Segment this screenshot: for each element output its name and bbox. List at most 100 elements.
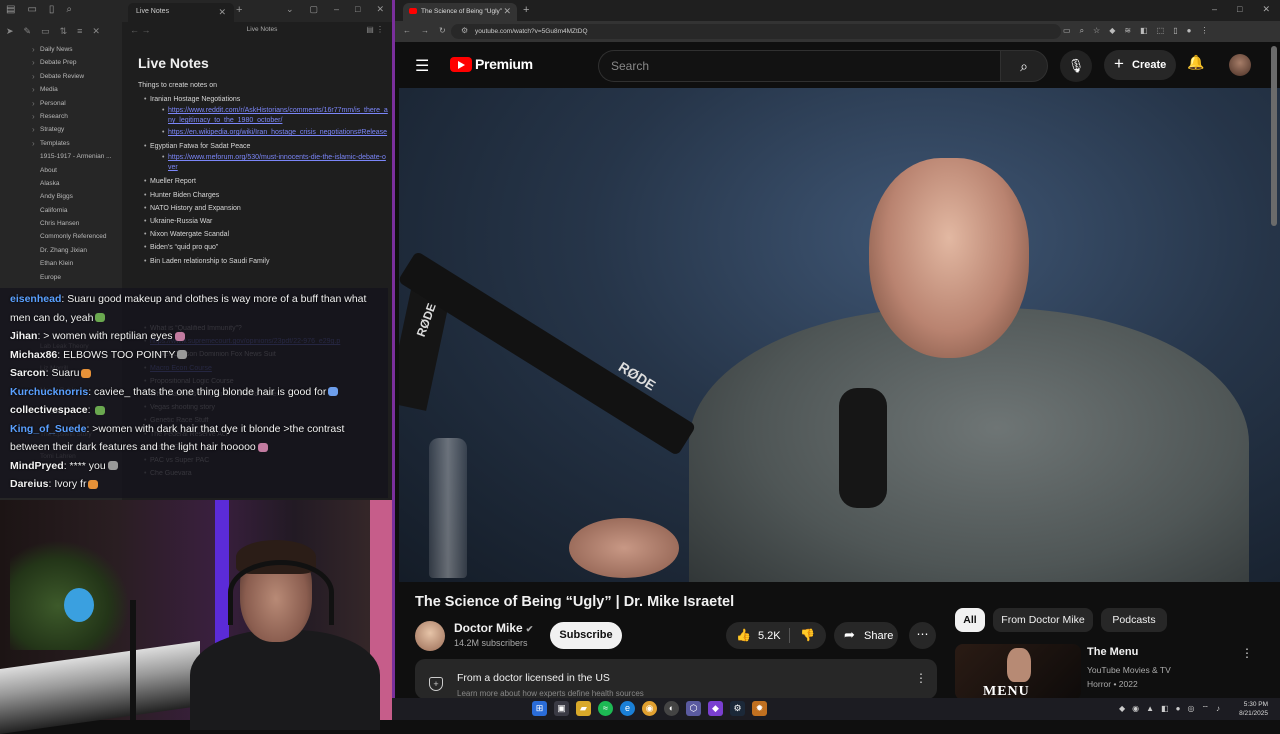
sidebar-folder[interactable]: Dr. Zhang Jixian [0, 244, 122, 257]
chrome-icon[interactable]: ◉ [642, 701, 657, 716]
like-icon[interactable]: 👍 [736, 628, 751, 642]
new-tab-icon[interactable]: + [236, 4, 242, 16]
channel-name[interactable]: Doctor Mike [454, 621, 523, 635]
chip-podcasts[interactable]: Podcasts [1101, 608, 1167, 632]
tray-app-icon[interactable]: ● [1176, 704, 1181, 714]
send-icon[interactable]: ➤ [6, 26, 14, 37]
sidebar-folder[interactable]: About [0, 164, 122, 177]
link-text[interactable]: https://en.wikipedia.org/wiki/Iran_hosta… [168, 129, 387, 136]
account-avatar[interactable] [1229, 54, 1251, 76]
extension-icon[interactable]: ◧ [1140, 26, 1148, 36]
task-view-icon[interactable]: ▣ [554, 701, 569, 716]
forward-icon[interactable]: → [421, 26, 429, 35]
dislike-icon[interactable]: 👎 [800, 628, 815, 642]
close-tab-icon[interactable]: ✕ [503, 6, 511, 17]
close-icon[interactable]: ✕ [92, 26, 100, 37]
minimize-icon[interactable]: – [1212, 4, 1217, 15]
address-bar[interactable]: ⚙ youtube.com/watch?v=5Gu8m4MZtDQ [451, 24, 1061, 39]
recommended-title[interactable]: The Menu [1087, 646, 1138, 658]
edge-icon[interactable]: e [620, 701, 635, 716]
layout-icon[interactable]: ▢ [309, 4, 318, 15]
chevron-down-icon[interactable]: ⌄ [286, 4, 294, 15]
chat-username[interactable]: eisenhead [10, 293, 61, 305]
puzzle-icon[interactable]: ⬚ [1157, 26, 1165, 36]
tray-app-icon[interactable]: ◧ [1161, 704, 1169, 714]
tray-app-icon[interactable]: ◎ [1187, 704, 1194, 714]
sidebar-folder[interactable]: Ethan Klein [0, 257, 122, 270]
notes-tab[interactable]: Live Notes ✕ [128, 3, 234, 22]
sidebar-folder[interactable]: 1915-1917 - Armenian ... [0, 150, 122, 163]
maximize-icon[interactable]: □ [355, 4, 360, 15]
chat-username[interactable]: Kurchucknorris [10, 386, 88, 398]
sidebar-folder[interactable]: Research [0, 110, 122, 123]
channel-avatar[interactable] [415, 621, 445, 651]
voice-search-button[interactable]: 🎙 [1060, 50, 1092, 82]
new-note-icon[interactable]: ✎ [24, 26, 32, 37]
maximize-icon[interactable]: □ [1237, 4, 1242, 15]
search-button[interactable]: ⌕ [1000, 50, 1048, 82]
sidebar-folder[interactable]: Debate Prep [0, 56, 122, 69]
more-options-icon[interactable]: ⋮ [1241, 646, 1253, 660]
github-icon[interactable]: ◐ [664, 701, 679, 716]
sidebar-folder[interactable]: California [0, 204, 122, 217]
sidebar-folder[interactable]: Chris Hansen [0, 217, 122, 230]
sort-icon[interactable]: ⇅ [60, 26, 68, 37]
file-explorer-icon[interactable]: ▰ [576, 701, 591, 716]
close-icon[interactable]: ✕ [218, 7, 226, 18]
close-window-icon[interactable]: ✕ [1262, 4, 1270, 15]
recommended-thumbnail[interactable]: MENU [955, 644, 1081, 700]
video-player[interactable]: RØDE RØDE [399, 88, 1280, 582]
chat-username[interactable]: Dareius [10, 478, 49, 490]
page-scrollbar[interactable] [1271, 46, 1277, 226]
collapse-icon[interactable]: ≡ [77, 26, 82, 37]
nav-arrows[interactable]: ← → [130, 25, 151, 35]
share-button[interactable]: ➦ Share [834, 622, 898, 649]
outline-link[interactable]: https://www.reddit.com/r/AskHistorians/c… [138, 106, 388, 126]
chat-username[interactable]: Michax86 [10, 349, 57, 361]
tray-app-icon[interactable]: ◆ [1119, 704, 1125, 714]
obsidian-icon[interactable]: ◆ [708, 701, 723, 716]
profile-icon[interactable]: ● [1187, 26, 1192, 36]
more-actions-button[interactable]: ⋯ [909, 622, 936, 649]
outline-link[interactable]: https://en.wikipedia.org/wiki/Iran_hosta… [138, 128, 388, 138]
spotify-icon[interactable]: ≈ [598, 701, 613, 716]
channel-name-row[interactable]: Doctor Mike ✔ [454, 621, 533, 635]
search-input[interactable]: Search [598, 50, 1002, 82]
reload-icon[interactable]: ↻ [439, 26, 446, 35]
like-count[interactable]: 5.2K [758, 630, 781, 642]
cast-icon[interactable]: ▭ [1063, 26, 1071, 36]
folder-icon[interactable]: ▭ [27, 4, 36, 15]
link-text[interactable]: https://www.meforum.org/530/must-innocen… [168, 154, 386, 171]
sidebar-folder[interactable]: Europe [0, 271, 122, 284]
link-text[interactable]: https://www.reddit.com/r/AskHistorians/c… [168, 107, 388, 124]
extension-icon[interactable]: ≋ [1124, 26, 1131, 36]
more-options-icon[interactable]: ⋮ [915, 671, 927, 685]
notifications-bell-icon[interactable]: 🔔 [1187, 54, 1204, 71]
back-icon[interactable]: ← [403, 26, 411, 35]
chat-username[interactable]: Jihan [10, 330, 37, 342]
sidebar-folder[interactable]: Debate Review [0, 70, 122, 83]
settings-icon[interactable]: ✹ [752, 701, 767, 716]
sidebar-folder[interactable]: Commonly Referenced [0, 230, 122, 243]
sidebar-folder[interactable]: Personal [0, 97, 122, 110]
sidebar-toggle-icon[interactable]: ▤ [6, 4, 15, 15]
doc-menu-icons[interactable]: ▤ ⋮ [366, 25, 384, 34]
steam-icon[interactable]: ⚙ [730, 701, 745, 716]
new-folder-icon[interactable]: ▭ [41, 26, 50, 37]
chat-username[interactable]: Sarcon [10, 367, 46, 379]
wifi-icon[interactable]: ⌔ [1201, 704, 1209, 714]
chat-username[interactable]: MindPryed [10, 460, 64, 472]
close-window-icon[interactable]: ✕ [376, 4, 384, 15]
zoom-icon[interactable]: ⌕ [1080, 26, 1084, 36]
chip-from-doctor-mike[interactable]: From Doctor Mike [993, 608, 1093, 632]
search-icon[interactable]: ⌕ [66, 4, 72, 15]
chat-username[interactable]: collectivespace [10, 404, 88, 416]
outline-link[interactable]: https://www.meforum.org/530/must-innocen… [138, 153, 388, 173]
sidebar-folder[interactable]: Strategy [0, 123, 122, 136]
chat-username[interactable]: King_of_Suede [10, 423, 86, 435]
bookmark-icon[interactable]: ▯ [49, 4, 55, 15]
health-source-panel[interactable]: + From a doctor licensed in the US Learn… [415, 659, 937, 699]
menu-icon[interactable]: ⋮ [1200, 26, 1208, 36]
minimize-icon[interactable]: – [334, 4, 339, 15]
volume-icon[interactable]: ♪ [1216, 704, 1220, 714]
